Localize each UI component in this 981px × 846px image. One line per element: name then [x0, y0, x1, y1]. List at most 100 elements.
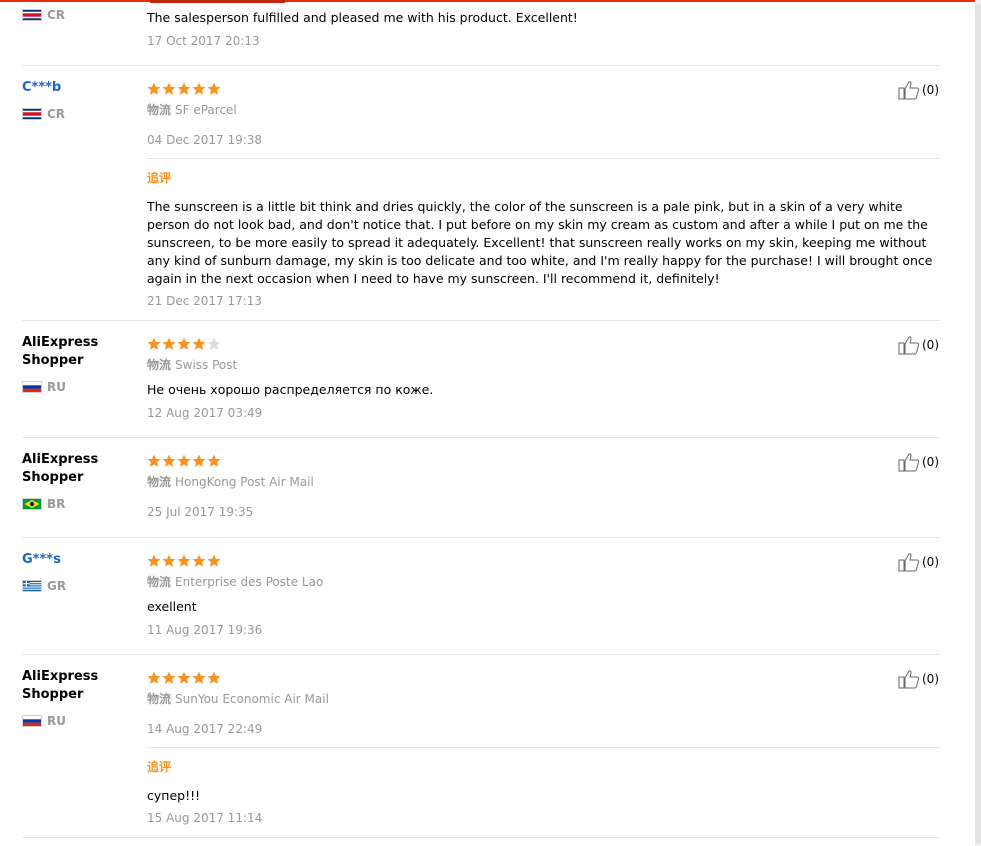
buyer-name: AliExpress Shopper — [22, 335, 99, 368]
flag-cr-icon — [22, 9, 42, 21]
flag-ru-icon — [22, 381, 42, 393]
scrollbar[interactable] — [975, 0, 981, 846]
star-filled-icon — [207, 453, 221, 467]
thumbs-up-icon[interactable] — [898, 552, 920, 572]
buyer-country: CR — [22, 8, 65, 22]
star-filled-icon — [192, 336, 206, 350]
buyer-country: CR — [22, 107, 65, 121]
review-date: 11 Aug 2017 19:36 — [147, 623, 263, 637]
followup-divider — [147, 158, 940, 159]
review-date: 14 Aug 2017 22:49 — [147, 722, 263, 736]
divider — [22, 320, 940, 321]
star-filled-icon — [192, 81, 206, 95]
buyer-name: C***b — [22, 80, 62, 95]
thumbs-up-icon[interactable] — [898, 452, 920, 472]
followup-label: 追评 — [147, 760, 172, 774]
star-filled-icon — [207, 553, 221, 567]
followup-text: супер!!! — [147, 788, 201, 803]
star-filled-icon — [147, 670, 161, 684]
divider — [22, 437, 940, 438]
review-text: Не очень хорошо распределяется по коже. — [147, 382, 434, 397]
star-filled-icon — [177, 453, 191, 467]
country-code: GR — [47, 579, 67, 593]
followup-text: The sunscreen is a little bit think and … — [147, 199, 933, 286]
helpful-count: (0) — [922, 455, 939, 469]
thumbs-up-icon[interactable] — [898, 669, 920, 689]
star-filled-icon — [192, 553, 206, 567]
star-filled-icon — [177, 553, 191, 567]
logistics-method: HongKong Post Air Mail — [175, 475, 314, 489]
buyer-country: RU — [22, 380, 66, 394]
star-filled-icon — [147, 81, 161, 95]
star-filled-icon — [147, 453, 161, 467]
star-filled-icon — [162, 336, 176, 350]
logistics-label: 物流 — [147, 692, 172, 706]
top-accent-line — [0, 0, 975, 2]
star-filled-icon — [177, 81, 191, 95]
helpful-count: (0) — [922, 555, 939, 569]
review-date: 12 Aug 2017 03:49 — [147, 406, 263, 420]
helpful-button[interactable]: (0) — [898, 335, 939, 355]
star-rating — [147, 336, 221, 350]
followup-date: 21 Dec 2017 17:13 — [147, 294, 263, 308]
flag-br-icon — [22, 498, 42, 510]
buyer-country: RU — [22, 714, 66, 728]
helpful-button[interactable]: (0) — [898, 552, 939, 572]
helpful-button[interactable]: (0) — [898, 80, 939, 100]
logistics-info: 物流 Enterprise des Poste Lao — [147, 574, 323, 590]
logistics-info: 物流 Swiss Post — [147, 357, 237, 373]
divider — [22, 537, 940, 538]
star-filled-icon — [147, 553, 161, 567]
star-filled-icon — [147, 336, 161, 350]
buyer-country: BR — [22, 497, 65, 511]
buyer-name: AliExpress Shopper — [22, 452, 99, 485]
followup-date: 15 Aug 2017 11:14 — [147, 811, 263, 825]
star-filled-icon — [177, 336, 191, 350]
country-code: BR — [47, 497, 66, 511]
flag-gr-icon — [22, 580, 42, 592]
star-rating — [147, 670, 221, 684]
review-date: 17 Oct 2017 20:13 — [147, 34, 260, 48]
star-filled-icon — [192, 670, 206, 684]
logistics-label: 物流 — [147, 475, 172, 489]
logistics-method: SF eParcel — [175, 103, 237, 117]
star-filled-icon — [162, 670, 176, 684]
star-filled-icon — [207, 670, 221, 684]
review-date: 04 Dec 2017 19:38 — [147, 133, 263, 147]
logistics-label: 物流 — [147, 358, 172, 372]
helpful-count: (0) — [922, 338, 939, 352]
active-tab-indicator — [150, 0, 285, 3]
star-filled-icon — [207, 81, 221, 95]
logistics-info: 物流 HongKong Post Air Mail — [147, 474, 314, 490]
star-filled-icon — [162, 553, 176, 567]
country-code: RU — [47, 714, 66, 728]
country-code: CR — [47, 8, 66, 22]
helpful-button[interactable]: (0) — [898, 452, 939, 472]
followup-divider — [147, 747, 940, 748]
star-filled-icon — [177, 670, 191, 684]
divider — [22, 837, 940, 838]
thumbs-up-icon[interactable] — [898, 80, 920, 100]
star-rating — [147, 81, 221, 95]
divider — [22, 65, 940, 66]
logistics-method: Enterprise des Poste Lao — [175, 575, 324, 589]
logistics-method: SunYou Economic Air Mail — [175, 692, 329, 706]
logistics-method: Swiss Post — [175, 358, 238, 372]
helpful-count: (0) — [922, 83, 939, 97]
buyer-country: GR — [22, 579, 66, 593]
logistics-info: 物流 SF eParcel — [147, 102, 237, 118]
country-code: CR — [47, 107, 66, 121]
logistics-label: 物流 — [147, 103, 172, 117]
flag-ru-icon — [22, 715, 42, 727]
logistics-label: 物流 — [147, 575, 172, 589]
review-date: 25 Jul 2017 19:35 — [147, 505, 254, 519]
star-filled-icon — [162, 81, 176, 95]
helpful-count: (0) — [922, 672, 939, 686]
thumbs-up-icon[interactable] — [898, 335, 920, 355]
helpful-button[interactable]: (0) — [898, 669, 939, 689]
logistics-info: 物流 SunYou Economic Air Mail — [147, 691, 329, 707]
scrollbar-thumb[interactable] — [975, 4, 981, 844]
star-filled-icon — [162, 453, 176, 467]
star-empty-icon — [207, 336, 221, 350]
country-code: RU — [47, 380, 66, 394]
